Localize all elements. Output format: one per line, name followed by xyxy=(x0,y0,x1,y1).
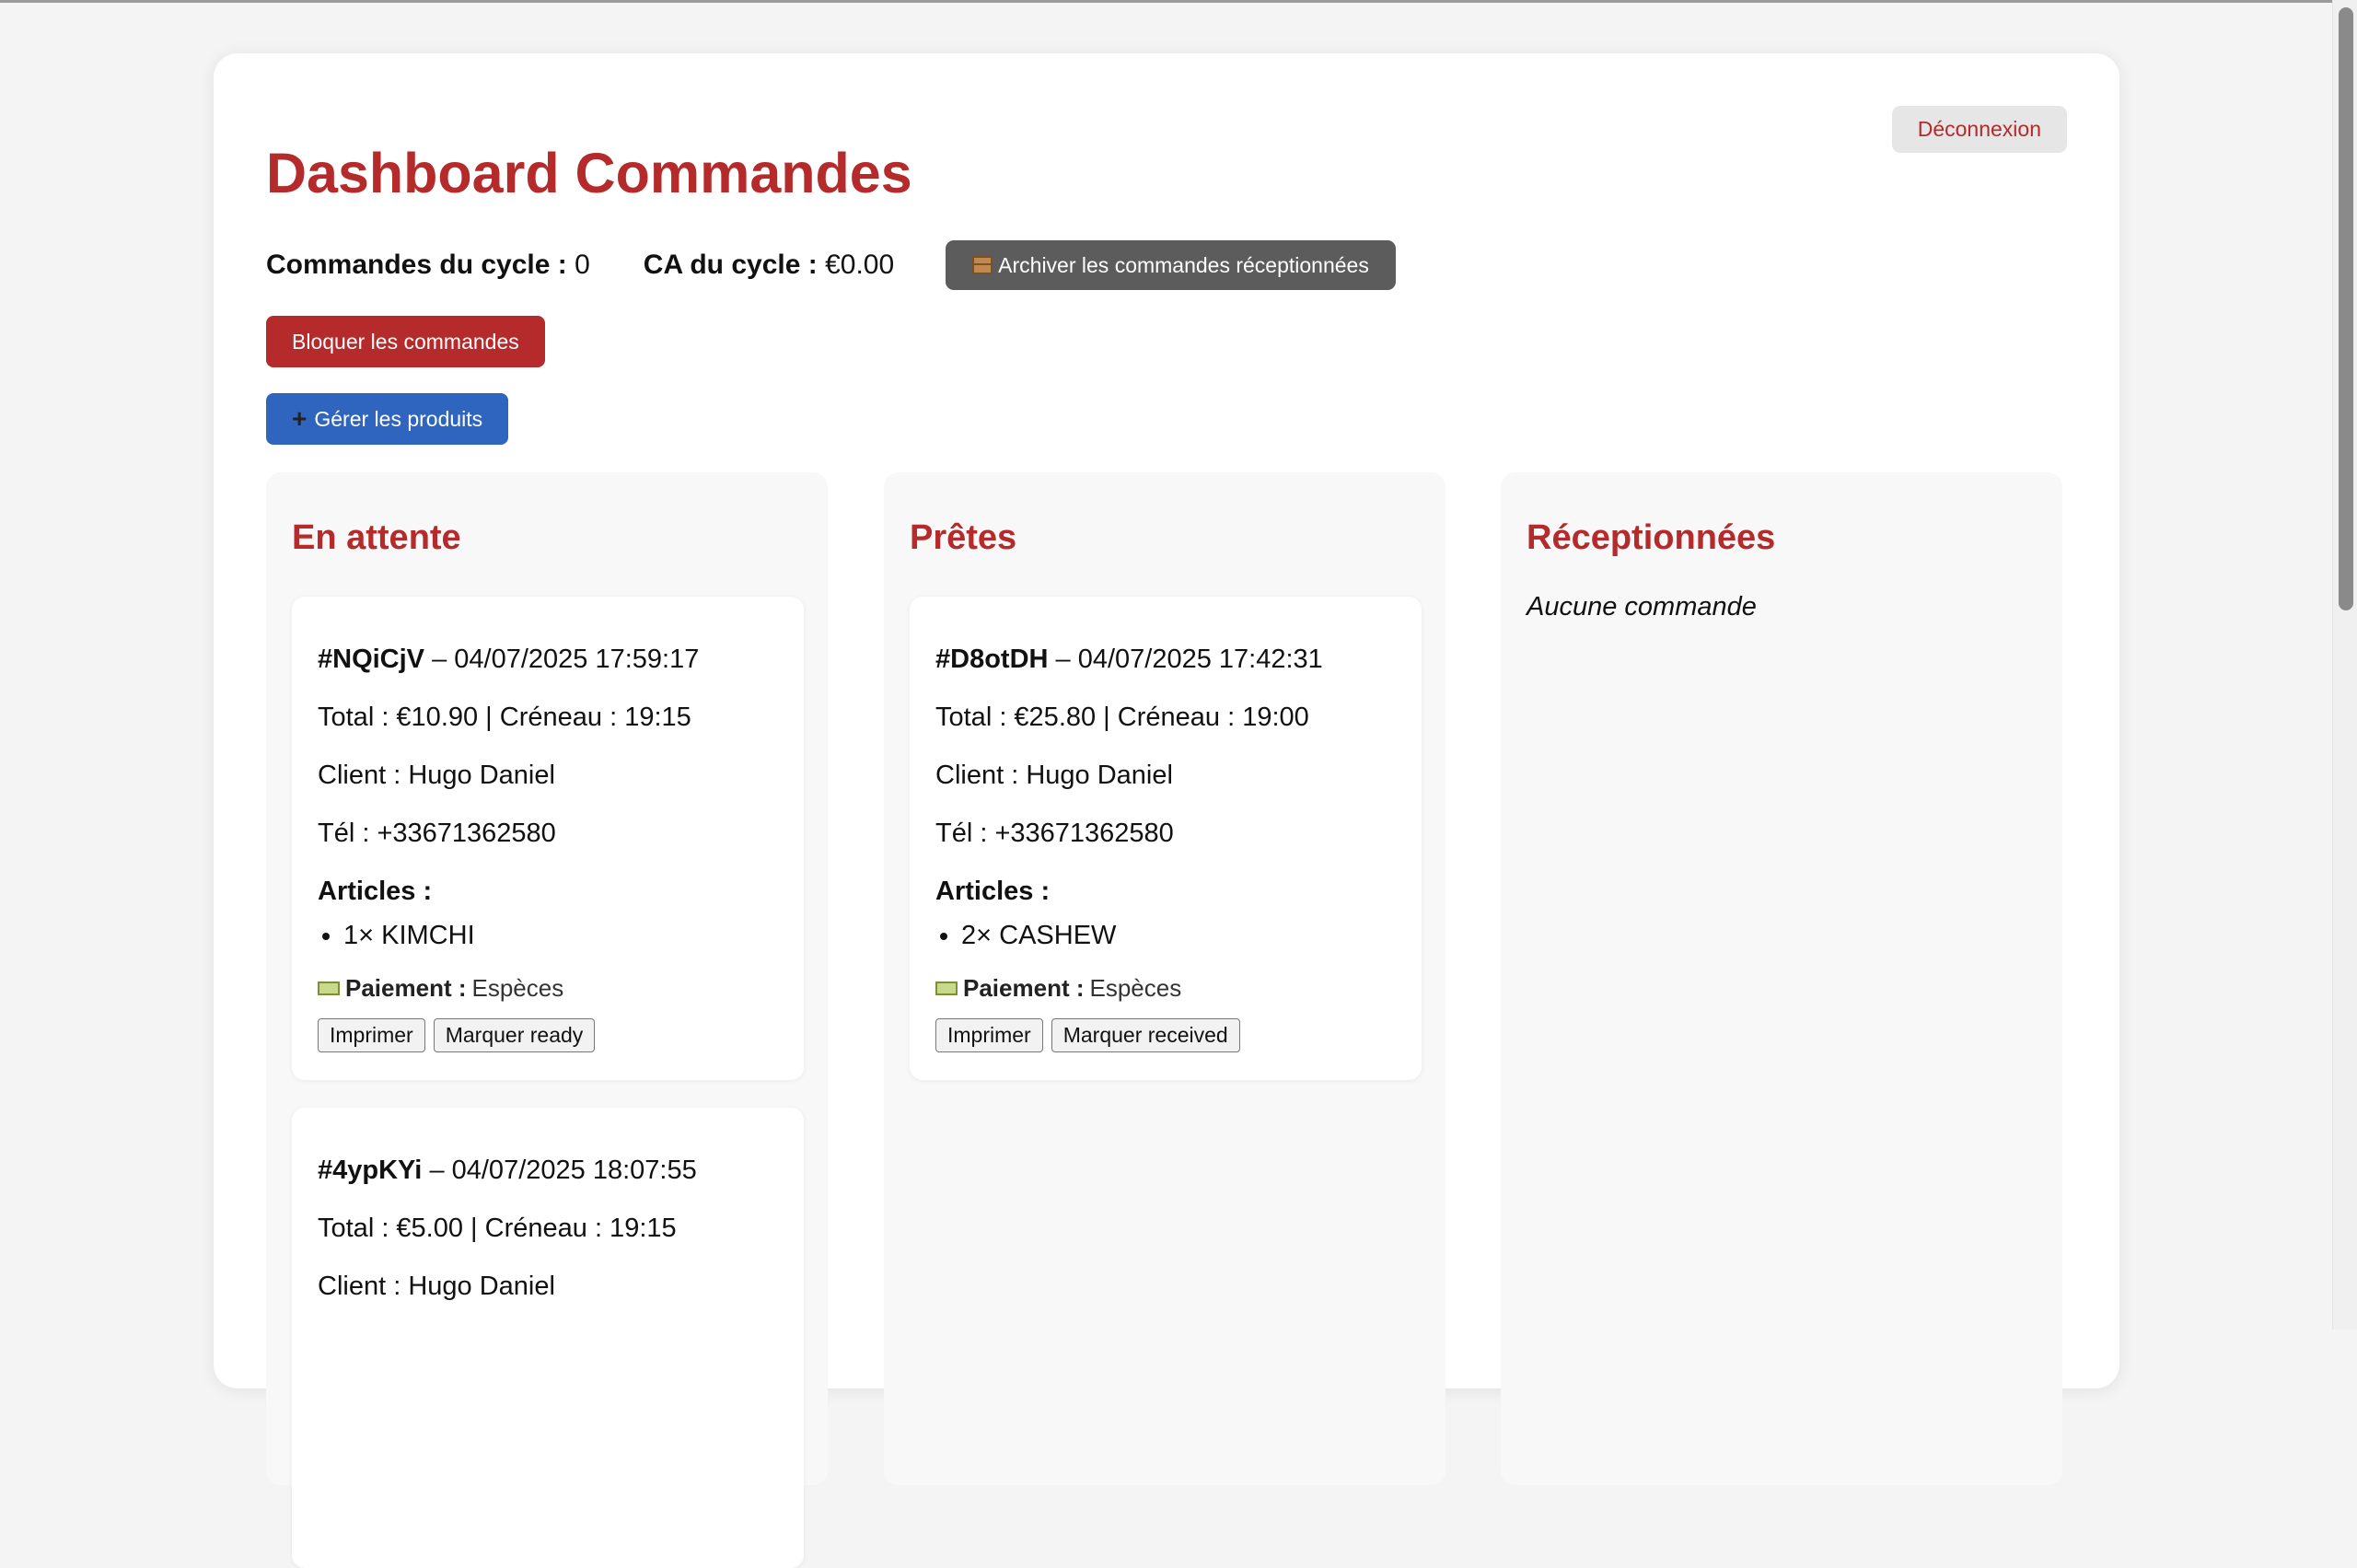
order-total: Total : €5.00 | Créneau : 19:15 xyxy=(318,1214,677,1243)
payment-label: Paiement : xyxy=(963,974,1085,1002)
block-orders-button[interactable]: Bloquer les commandes xyxy=(266,316,545,367)
order-client: Client : Hugo Daniel xyxy=(935,761,1173,790)
order-id: #NQiCjV xyxy=(318,645,425,674)
article-item: 1× KIMCHI xyxy=(343,921,475,951)
archive-received-button[interactable]: Archiver les commandes réceptionnées xyxy=(946,240,1396,290)
payment-value: Espèces xyxy=(471,974,564,1002)
column-ready: Prêtes #D8otDH – 04/07/2025 17:42:31 Tot… xyxy=(884,472,1446,1485)
column-received: Réceptionnées Aucune commande xyxy=(1501,472,2062,1485)
orders-count-label: Commandes du cycle : xyxy=(266,250,567,280)
manage-products-button[interactable]: + Gérer les produits xyxy=(266,393,509,445)
orders-count-stat: Commandes du cycle : 0 xyxy=(266,250,590,281)
manage-products-label: Gérer les produits xyxy=(314,406,483,431)
scrollbar-thumb[interactable] xyxy=(2339,7,2353,610)
dashboard-panel: Déconnexion Dashboard Commandes Commande… xyxy=(214,53,2119,1568)
revenue-value: €0.00 xyxy=(825,250,895,280)
empty-message: Aucune commande xyxy=(1527,592,1757,621)
order-header: #D8otDH – 04/07/2025 17:42:31 xyxy=(935,645,1323,675)
plus-icon: + xyxy=(292,404,308,433)
print-button[interactable]: Imprimer xyxy=(318,1018,425,1052)
articles-list: 2× CASHEW xyxy=(935,921,1116,951)
order-total: Total : €10.90 | Créneau : 19:15 xyxy=(318,703,691,732)
column-title-received: Réceptionnées xyxy=(1527,518,1776,557)
order-payment: Paiement : Espèces xyxy=(318,974,563,1003)
revenue-stat: CA du cycle : €0.00 xyxy=(644,250,894,281)
column-pending: En attente #NQiCjV – 04/07/2025 17:59:17… xyxy=(266,472,828,1568)
order-client: Client : Hugo Daniel xyxy=(318,761,555,790)
cash-icon xyxy=(935,981,958,995)
package-icon xyxy=(972,256,993,274)
order-payment: Paiement : Espèces xyxy=(935,974,1181,1003)
order-actions: Imprimer Marquer received xyxy=(935,1018,1240,1052)
order-header: #NQiCjV – 04/07/2025 17:59:17 xyxy=(318,645,699,675)
column-title-pending: En attente xyxy=(292,518,461,557)
order-id: #D8otDH xyxy=(935,645,1049,674)
cycle-stats: Commandes du cycle : 0 CA du cycle : €0.… xyxy=(266,239,1396,291)
articles-list: 1× KIMCHI xyxy=(318,921,475,951)
order-total: Total : €25.80 | Créneau : 19:00 xyxy=(935,703,1309,732)
archive-received-label: Archiver les commandes réceptionnées xyxy=(998,252,1369,277)
order-card: #NQiCjV – 04/07/2025 17:59:17 Total : €1… xyxy=(292,597,804,1080)
article-item: 2× CASHEW xyxy=(961,921,1116,951)
mark-ready-button[interactable]: Marquer ready xyxy=(433,1018,596,1052)
mark-received-button[interactable]: Marquer received xyxy=(1051,1018,1240,1052)
payment-value: Espèces xyxy=(1089,974,1182,1002)
scrollbar[interactable] xyxy=(2332,0,2357,1330)
articles-heading: Articles : xyxy=(935,877,1051,906)
print-button[interactable]: Imprimer xyxy=(935,1018,1043,1052)
order-phone: Tél : +33671362580 xyxy=(935,819,1174,848)
order-actions: Imprimer Marquer ready xyxy=(318,1018,596,1052)
order-phone: Tél : +33671362580 xyxy=(318,819,556,848)
logout-button[interactable]: Déconnexion xyxy=(1891,106,2067,153)
cash-icon xyxy=(318,981,340,995)
payment-label: Paiement : xyxy=(345,974,467,1002)
orders-count-value: 0 xyxy=(575,250,590,280)
order-datetime: – 04/07/2025 17:42:31 xyxy=(1055,645,1323,674)
order-id: #4ypKYi xyxy=(318,1156,423,1185)
order-card: #D8otDH – 04/07/2025 17:42:31 Total : €2… xyxy=(910,597,1422,1080)
order-header: #4ypKYi – 04/07/2025 18:07:55 xyxy=(318,1156,697,1186)
articles-heading: Articles : xyxy=(318,877,433,906)
column-title-ready: Prêtes xyxy=(910,518,1017,557)
window-top-edge xyxy=(0,0,2357,3)
page-title: Dashboard Commandes xyxy=(266,142,912,204)
order-card: #4ypKYi – 04/07/2025 18:07:55 Total : €5… xyxy=(292,1108,804,1568)
order-datetime: – 04/07/2025 18:07:55 xyxy=(429,1156,697,1185)
order-datetime: – 04/07/2025 17:59:17 xyxy=(432,645,700,674)
revenue-label: CA du cycle : xyxy=(643,250,818,280)
order-client: Client : Hugo Daniel xyxy=(318,1272,555,1301)
